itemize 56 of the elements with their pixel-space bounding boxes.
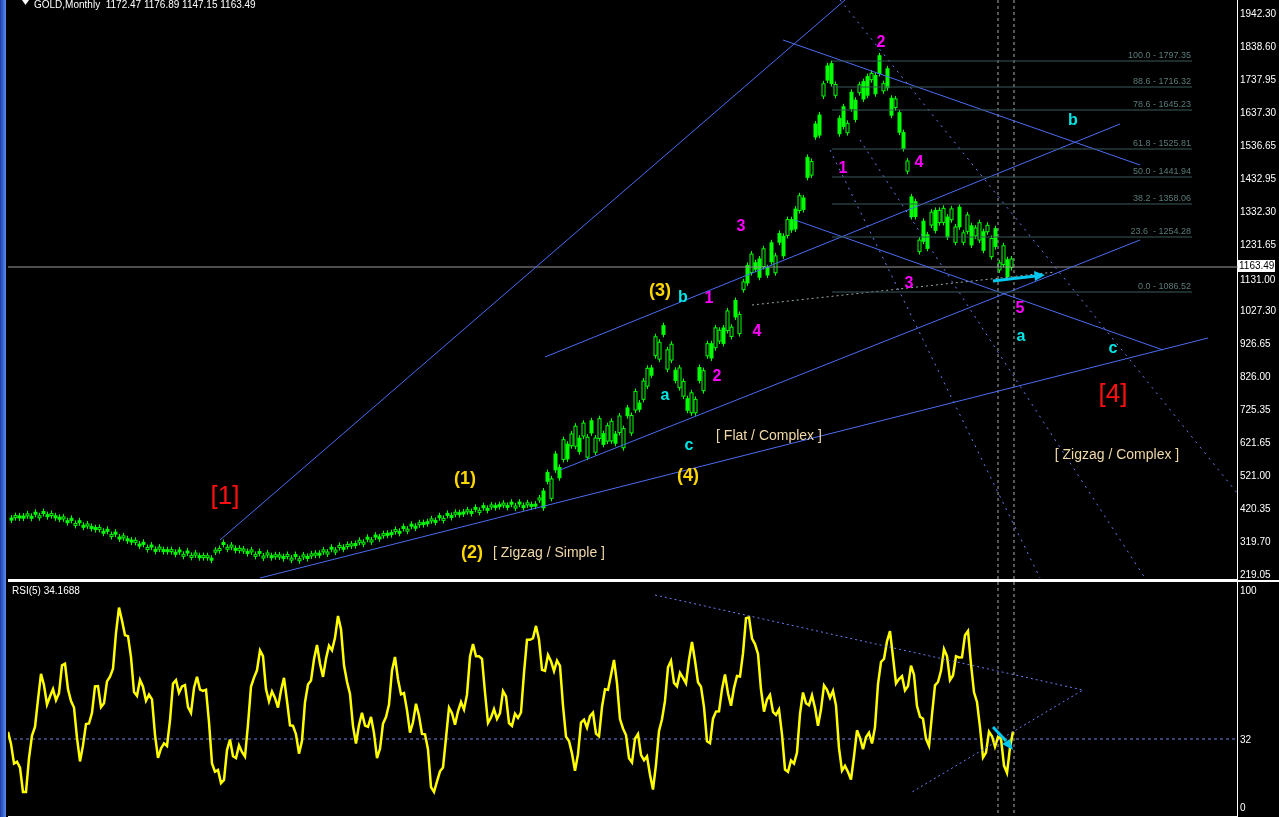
price-axis-label: 1838.60 [1240, 41, 1277, 53]
rsi-axis-label: 100 [1240, 585, 1257, 597]
wave-label: a [660, 386, 670, 403]
wave-label: b [678, 288, 688, 305]
rsi-axis-label: 32 [1240, 734, 1252, 746]
wave-label: [4] [1098, 378, 1128, 408]
price-axis-label: 1432.95 [1240, 173, 1277, 185]
fibonacci-label: 38.2 - 1358.06 [1132, 193, 1191, 203]
wave-label: 2 [712, 367, 722, 384]
wave-label: 1 [704, 289, 714, 306]
wave-label: (4) [677, 465, 699, 485]
fibonacci-label: 88.6 - 1716.32 [1132, 76, 1191, 86]
price-axis-label: 521.00 [1240, 470, 1271, 482]
pattern-label: [ Flat / Complex ] [716, 427, 822, 443]
fibonacci-label: 61.8 - 1525.81 [1132, 138, 1191, 148]
wave-label: 4 [752, 322, 762, 339]
wave-label: 3 [736, 217, 746, 234]
price-axis-label: 1027.30 [1240, 305, 1277, 317]
wave-label: 4 [914, 153, 924, 170]
price-axis-label: 725.35 [1240, 404, 1271, 416]
price-axis-label: 621.65 [1240, 437, 1271, 449]
price-axis-label: 1637.30 [1240, 107, 1277, 119]
price-axis-label: 1536.65 [1240, 140, 1277, 152]
wave-label: b [1068, 111, 1078, 128]
fibonacci-label: 100.0 - 1797.35 [1127, 50, 1191, 60]
wave-label: c [684, 436, 694, 453]
pattern-label: [ Zigzag / Complex ] [1054, 446, 1180, 462]
pattern-label: [ Zigzag / Simple ] [493, 544, 605, 560]
price-axis-label: 826.00 [1240, 371, 1271, 383]
price-axis-label: 926.65 [1240, 338, 1271, 350]
rsi-axis-label: 0 [1240, 802, 1246, 814]
fibonacci-label: 0.0 - 1086.52 [1137, 281, 1191, 291]
indicator-title: RSI(5) 34.1688 [12, 585, 80, 596]
price-axis-label: 1942.30 [1240, 8, 1277, 20]
wave-label: [1] [210, 480, 240, 510]
chart-title: GOLD,Monthly 1172.47 1176.89 1147.15 1163.49 [34, 0, 256, 10]
price-axis-label: 1231.65 [1240, 239, 1277, 251]
wave-label: 5 [1015, 299, 1025, 316]
fibonacci-label: 78.6 - 1645.23 [1132, 99, 1191, 109]
price-axis-label: 219.05 [1240, 569, 1271, 581]
wave-label: (1) [454, 468, 476, 488]
wave-label: 2 [876, 33, 886, 50]
fibonacci-label: 50.0 - 1441.94 [1132, 166, 1191, 176]
wave-label: 1 [838, 159, 848, 176]
price-axis-label: 1332.30 [1240, 206, 1277, 218]
current-price-label: 1163.49 [1238, 260, 1276, 272]
price-axis-label: 319.70 [1240, 536, 1271, 548]
fibonacci-label: 23.6 - 1254.28 [1130, 226, 1191, 236]
price-axis-label: 1737.95 [1240, 74, 1277, 86]
wave-label: c [1108, 339, 1118, 356]
wave-label: (2) [461, 542, 483, 562]
wave-label: (3) [649, 280, 671, 300]
price-axis-label: 420.35 [1240, 503, 1271, 515]
wave-label: a [1016, 327, 1026, 344]
price-axis-label: 1131.00 [1240, 274, 1276, 286]
wave-label: 3 [904, 274, 914, 291]
